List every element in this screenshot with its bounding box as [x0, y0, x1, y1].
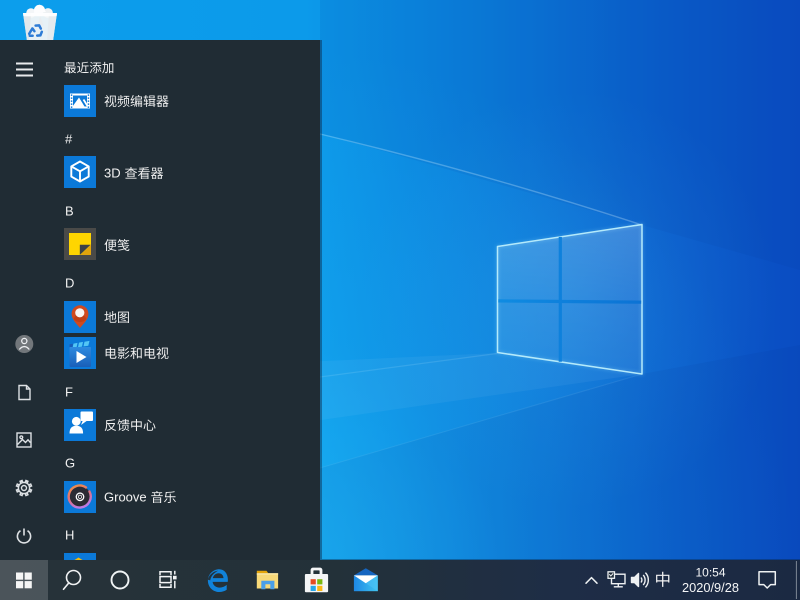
svg-text:#: # [65, 132, 73, 147]
svg-text:G: G [65, 456, 75, 471]
svg-text:Groove: Groove [104, 490, 147, 505]
svg-text:D: D [65, 276, 74, 291]
svg-text:H: H [65, 528, 74, 543]
svg-text:3D: 3D [104, 166, 121, 181]
svg-text:B: B [65, 204, 74, 219]
svg-text:F: F [65, 385, 73, 400]
svg-text:10:54: 10:54 [695, 565, 725, 579]
svg-text:2020/9/28: 2020/9/28 [682, 580, 739, 595]
